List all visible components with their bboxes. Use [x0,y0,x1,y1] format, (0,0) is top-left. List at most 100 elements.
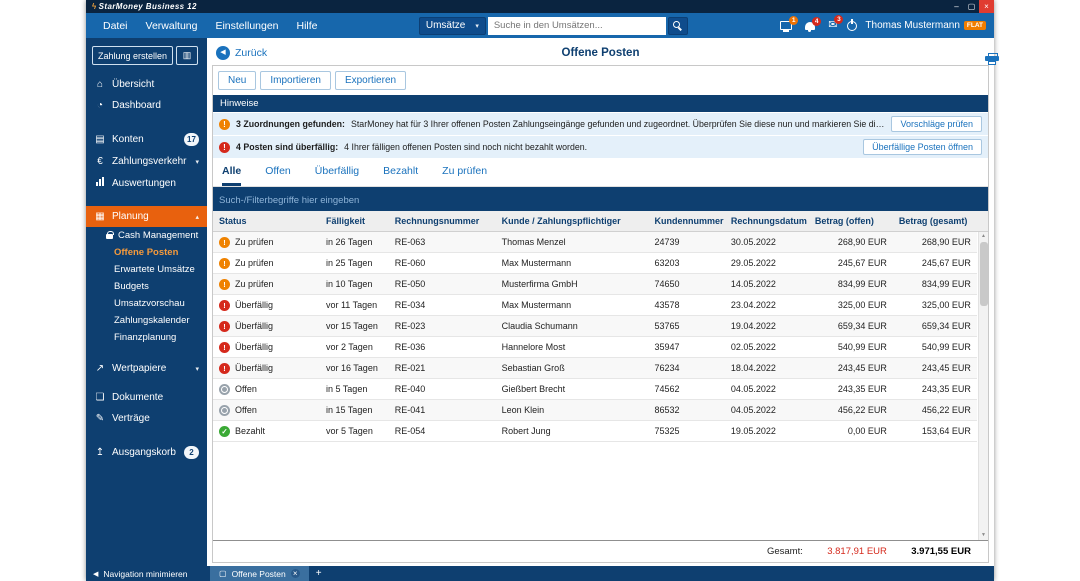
app-window: ϟ StarMoney Business 12 – ▢ × Datei Verw… [86,0,996,581]
export-button[interactable]: Exportieren [334,71,407,90]
sidebar-item-auswertungen[interactable]: Auswertungen [86,172,207,194]
main-row: Zahlung erstellen ▥ ⌂ Übersicht ◔ Dashbo… [86,38,996,566]
new-tab-button[interactable]: + [309,566,329,581]
menu-verwaltung[interactable]: Verwaltung [137,16,207,36]
search-scope-select[interactable]: Umsätze ▾ [418,16,486,35]
user-menu[interactable]: Thomas Mustermann FLAT [847,18,987,31]
column-header-rechnungsdatum[interactable]: Rechnungsdatum [725,211,809,231]
table-row[interactable]: Zu prüfen in 10 Tagen RE-050 Musterfirma… [213,274,977,295]
scroll-down-icon[interactable]: ▼ [981,531,986,540]
customer-number-cell: 74562 [654,384,680,394]
tab-ueberfaellig[interactable]: Überfällig [315,165,359,186]
open-overdue-button[interactable]: Überfällige Posten öffnen [863,139,982,155]
maximize-button[interactable]: ▢ [964,0,979,13]
customer-cell: Musterfirma GmbH [501,279,578,289]
global-search-input[interactable] [487,16,666,35]
system-messages-button[interactable]: 1 [780,16,799,32]
sidebar-item-label: Wertpapiere [112,363,167,374]
sidebar-item-konten[interactable]: ▤ Konten 17 [86,128,207,151]
tab-offen[interactable]: Offen [265,165,291,186]
notifications-button[interactable]: 4 [805,16,822,32]
create-payment-button[interactable]: Zahlung erstellen [92,46,174,65]
tab-bezahlt[interactable]: Bezahlt [383,165,418,186]
bar-chart-icon [94,177,106,189]
close-button[interactable]: × [979,0,994,13]
transfer-icon: € [97,156,103,167]
error-icon: ! [219,141,230,153]
sidebar-item-dashboard[interactable]: ◔ Dashboard [86,95,207,116]
outbox-count-badge: 2 [184,446,199,459]
sidebar-item-budgets[interactable]: Budgets [86,278,207,295]
filter-input[interactable] [219,195,982,206]
scroll-up-icon[interactable]: ▲ [981,232,986,241]
column-header-status[interactable]: Status [213,211,320,231]
column-header-kundennummer[interactable]: Kundennummer [648,211,724,231]
sidebar-item-finanzplanung[interactable]: Finanzplanung [86,329,207,346]
power-icon [847,18,858,31]
sidebar-item-wertpapiere[interactable]: ↗ Wertpapiere ▾ [86,358,207,379]
table-row[interactable]: Überfällig vor 11 Tagen RE-034 Max Muste… [213,295,977,316]
sidebar-item-label: Erwartete Umsätze [114,264,195,275]
menu-einstellungen[interactable]: Einstellungen [206,16,287,36]
table-row[interactable]: Überfällig vor 16 Tagen RE-021 Sebastian… [213,358,977,379]
menu-hilfe[interactable]: Hilfe [288,16,327,36]
search-button[interactable] [667,16,688,35]
filter-tabs: Alle Offen Überfällig Bezahlt Zu prüfen [213,158,988,187]
sidebar-item-vertraege[interactable]: ✎ Verträge [86,408,207,429]
sidebar-item-label: Dokumente [112,392,164,403]
sidebar-item-ausgangskorb[interactable]: ↥ Ausgangskorb 2 [86,441,207,464]
back-button[interactable]: ◀ Zurück [216,45,267,60]
sidebar-item-erwartete-umsaetze[interactable]: Erwartete Umsätze [86,261,207,278]
menu-datei[interactable]: Datei [94,16,137,36]
sidebar-item-umsatzvorschau[interactable]: Umsatzvorschau [86,295,207,312]
sidebar-item-zahlungsverkehr[interactable]: € Zahlungsverkehr ▾ [86,151,207,172]
table-row[interactable]: Überfällig vor 2 Tagen RE-036 Hannelore … [213,337,977,358]
column-header-betrag-gesamt[interactable]: Betrag (gesamt) [893,211,977,231]
status-label: Überfällig [235,300,274,310]
sidebar-item-planung[interactable]: ▦ Planung ▴ [86,206,207,227]
table-row[interactable]: Offen in 15 Tagen RE-041 Leon Klein 8653… [213,400,977,421]
column-header-betrag-offen[interactable]: Betrag (offen) [809,211,893,231]
invoice-number-cell: RE-050 [394,279,426,289]
content-header: ◀ Zurück Offene Posten [212,40,996,65]
vertical-scrollbar[interactable]: ▲ ▼ [978,232,988,540]
messages-button[interactable]: ✉ 3 [828,15,844,31]
scrollbar-thumb[interactable] [979,242,988,306]
table-row[interactable]: Überfällig vor 15 Tagen RE-023 Claudia S… [213,316,977,337]
invoice-number-cell: RE-060 [394,258,426,268]
sidebar-item-zahlungskalender[interactable]: Zahlungskalender [86,312,207,329]
filter-bar [213,187,988,211]
grand-total-value: 3.971,55 EUR [911,546,971,557]
table-row[interactable]: Zu prüfen in 25 Tagen RE-060 Max Musterm… [213,253,977,274]
table-row[interactable]: Bezahlt vor 5 Tagen RE-054 Robert Jung 7… [213,421,977,442]
sidebar-item-uebersicht[interactable]: ⌂ Übersicht [86,74,207,95]
column-header-rechnungsnummer[interactable]: Rechnungsnummer [389,211,496,231]
payment-shortcut-button[interactable]: ▥ [176,46,199,65]
hint-lead: 3 Zuordnungen gefunden: [236,119,345,129]
document-tab-offene-posten[interactable]: ▢ Offene Posten × [210,566,309,581]
close-tab-icon[interactable]: × [290,569,300,578]
collapse-navigation-button[interactable]: ◀ Navigation minimieren [86,566,207,581]
column-header-faelligkeit[interactable]: Fälligkeit [320,211,389,231]
column-header-kunde[interactable]: Kunde / Zahlungspflichtiger [496,211,649,231]
due-cell: in 25 Tagen [325,258,373,268]
table-row[interactable]: Zu prüfen in 26 Tagen RE-063 Thomas Menz… [213,232,977,253]
import-button[interactable]: Importieren [260,71,331,90]
new-button[interactable]: Neu [218,71,257,90]
tab-alle[interactable]: Alle [222,165,242,186]
customer-cell: Hannelore Most [501,342,566,352]
sidebar-item-offene-posten[interactable]: Offene Posten [86,244,207,261]
status-icon [219,278,230,290]
sidebar-item-cash-management[interactable]: Cash Management [86,227,207,244]
minimize-button[interactable]: – [949,0,964,13]
window-controls: – ▢ × [949,0,994,13]
status-cell: Überfällig [213,358,320,378]
contract-icon: ✎ [95,413,105,424]
open-total-value: 3.817,91 EUR [827,546,887,557]
check-suggestions-button[interactable]: Vorschläge prüfen [891,116,982,132]
sidebar-item-dokumente[interactable]: ❏ Dokumente [86,387,207,408]
table-row[interactable]: Offen in 5 Tagen RE-040 Gießbert Brecht … [213,379,977,400]
tab-zu-pruefen[interactable]: Zu prüfen [442,165,487,186]
app-title: StarMoney Business 12 [98,2,197,11]
